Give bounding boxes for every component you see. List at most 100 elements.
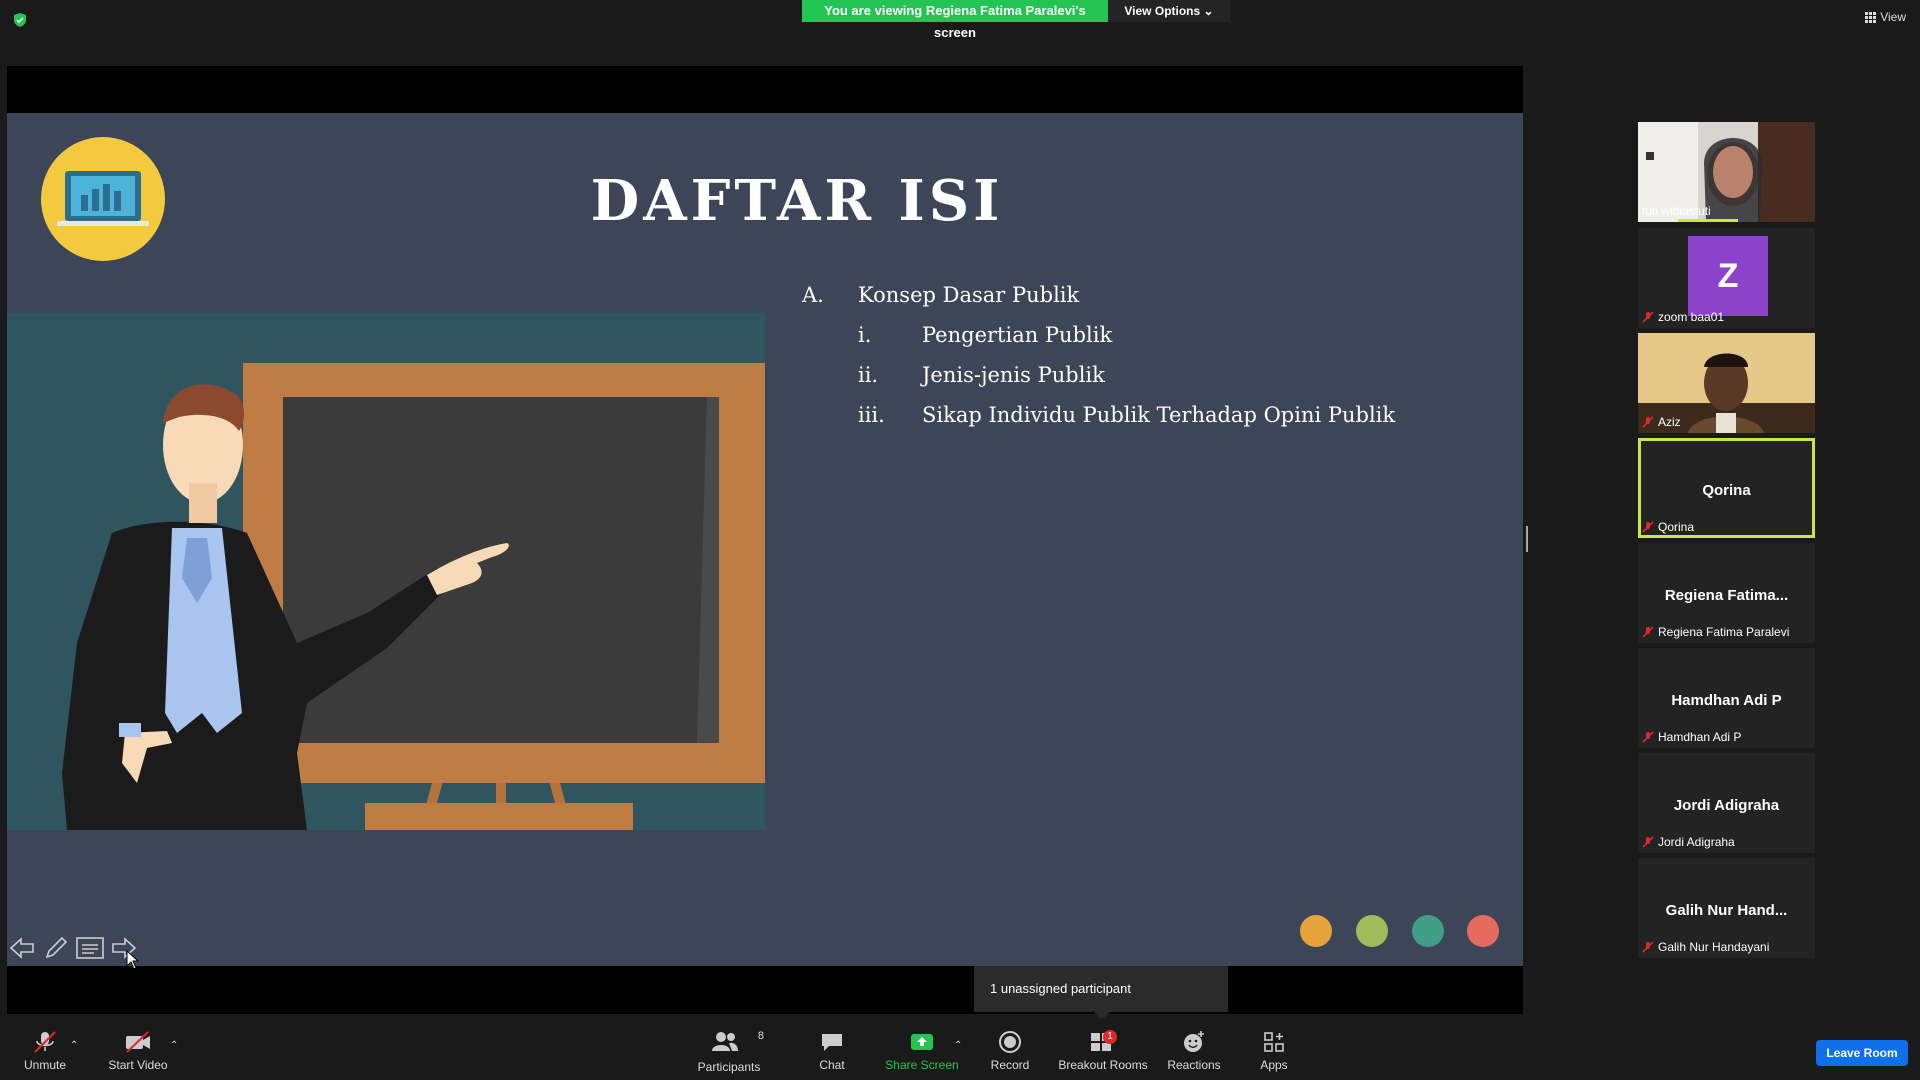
unassigned-participant-tooltip: 1 unassigned participant	[974, 966, 1228, 1012]
toc-item-marker: ii.	[858, 363, 879, 387]
slide-annotation-tools	[8, 934, 138, 962]
participant-display-name: Qorina	[1702, 482, 1751, 499]
participant-tile[interactable]: Jordi Adigraha Jordi Adigraha	[1638, 753, 1815, 853]
share-screen-icon	[911, 1034, 933, 1050]
participant-name-label: Aziz	[1642, 415, 1681, 429]
participant-name: Jordi Adigraha	[1658, 835, 1735, 849]
leave-room-button[interactable]: Leave Room	[1816, 1040, 1908, 1066]
muted-mic-icon	[1642, 941, 1654, 953]
chat-icon	[822, 1034, 842, 1051]
participant-name: zoom baa01	[1658, 310, 1725, 324]
reactions-icon	[1184, 1031, 1204, 1052]
participant-name-label: zoom baa01	[1642, 310, 1724, 324]
share-screen-label: Share Screen	[885, 1058, 959, 1072]
participant-display-name: Jordi Adigraha	[1673, 797, 1780, 814]
toc-item-marker: i.	[858, 323, 872, 347]
start-video-button[interactable]: Start Video	[106, 1030, 170, 1072]
participant-tile[interactable]: tuti widiastuti	[1638, 122, 1815, 222]
decorative-dot	[1467, 915, 1499, 947]
participants-button[interactable]: 8 Participants	[694, 1030, 764, 1074]
reactions-label: Reactions	[1167, 1058, 1221, 1072]
mouse-cursor-icon	[126, 949, 140, 975]
view-label: View	[1880, 10, 1906, 24]
toc-item-text: Pengertian Publik	[922, 323, 1113, 347]
participant-tile-active-speaker[interactable]: Qorina Qorina	[1638, 438, 1815, 538]
start-video-label: Start Video	[108, 1058, 168, 1072]
participant-name: tuti widiastuti	[1642, 204, 1711, 218]
encryption-shield-icon[interactable]	[12, 12, 28, 28]
muted-mic-icon	[1642, 836, 1654, 848]
presenter-illustration	[7, 313, 765, 830]
view-options-dropdown[interactable]: View Options ⌄	[1108, 0, 1230, 22]
toc-item-text: Sikap Individu Publik Terhadap Opini Pub…	[922, 403, 1396, 427]
participant-display-name: Regiena Fatima...	[1664, 587, 1789, 604]
participant-name: Aziz	[1658, 415, 1681, 429]
muted-mic-icon	[1642, 521, 1654, 533]
record-label: Record	[990, 1058, 1030, 1072]
toc-section-marker: A.	[802, 283, 824, 307]
avatar: Z	[1688, 236, 1768, 316]
audio-level-bar	[1678, 219, 1738, 222]
chevron-down-icon: ⌄	[1203, 4, 1214, 18]
participant-name-label: Hamdhan Adi P	[1642, 730, 1741, 744]
participant-name: Hamdhan Adi P	[1658, 730, 1742, 744]
share-screen-button[interactable]: Share Screen	[884, 1030, 960, 1072]
muted-mic-icon	[34, 1031, 56, 1053]
video-options-chevron-icon[interactable]: ⌃	[170, 1040, 178, 1051]
muted-mic-icon	[1642, 311, 1654, 323]
participants-label: Participants	[697, 1060, 761, 1074]
laptop-chart-icon	[41, 137, 165, 261]
participant-tile[interactable]: Hamdhan Adi P Hamdhan Adi P	[1638, 648, 1815, 748]
audio-options-chevron-icon[interactable]: ⌃	[70, 1040, 78, 1051]
participants-icon	[711, 1032, 738, 1051]
chat-button[interactable]: Chat	[812, 1030, 852, 1072]
muted-mic-icon	[1642, 416, 1654, 428]
decorative-dot	[1412, 915, 1444, 947]
participant-name-label: Qorina	[1642, 520, 1694, 534]
previous-slide-icon[interactable]	[8, 934, 36, 962]
unmute-button[interactable]: Unmute	[20, 1030, 70, 1072]
record-button[interactable]: Record	[990, 1030, 1030, 1072]
participant-name-label: Galih Nur Handayani	[1642, 940, 1769, 954]
participant-name: Qorina	[1658, 520, 1695, 534]
participant-name-label: tuti widiastuti	[1642, 204, 1711, 218]
pen-icon[interactable]	[42, 934, 70, 962]
participant-tile[interactable]: Regiena Fatima... Regiena Fatima Paralev…	[1638, 543, 1815, 643]
participant-display-name: Hamdhan Adi P	[1671, 692, 1782, 709]
participant-name: Regiena Fatima Paralevi	[1658, 625, 1790, 639]
toc-section-text: Konsep Dasar Publik	[858, 283, 1080, 307]
reactions-button[interactable]: Reactions	[1166, 1030, 1222, 1072]
breakout-rooms-label: Breakout Rooms	[1058, 1058, 1148, 1072]
decorative-dot	[1300, 915, 1332, 947]
share-options-chevron-icon[interactable]: ⌃	[954, 1040, 962, 1051]
apps-button[interactable]: Apps	[1256, 1030, 1292, 1072]
view-options-label: View Options	[1124, 4, 1201, 18]
participant-tile[interactable]: Galih Nur Hand... Galih Nur Handayani	[1638, 858, 1815, 958]
video-off-icon	[126, 1031, 150, 1053]
view-button[interactable]: View	[1865, 10, 1906, 24]
participant-name-label: Regiena Fatima Paralevi	[1642, 625, 1789, 639]
participant-display-name: Galih Nur Hand...	[1665, 902, 1788, 919]
participant-tile[interactable]: Z zoom baa01	[1638, 228, 1815, 328]
panel-splitter-handle[interactable]	[1526, 526, 1528, 552]
muted-mic-icon	[1642, 626, 1654, 638]
toc-item-text: Jenis-jenis Publik	[922, 363, 1105, 387]
record-icon	[999, 1031, 1021, 1053]
toc-item-marker: iii.	[858, 403, 885, 427]
unmute-label: Unmute	[23, 1058, 67, 1072]
viewing-screen-banner: You are viewing Regiena Fatima Paralevi'…	[802, 0, 1108, 40]
grid-icon	[1865, 11, 1877, 23]
participant-name-label: Jordi Adigraha	[1642, 835, 1735, 849]
menu-icon[interactable]	[76, 934, 104, 962]
apps-label: Apps	[1260, 1058, 1288, 1072]
apps-icon	[1264, 1032, 1284, 1052]
decorative-dot	[1356, 915, 1388, 947]
chat-label: Chat	[819, 1058, 845, 1072]
participants-count: 8	[757, 1030, 764, 1042]
presentation-slide: DAFTAR ISI A. Konsep Dasar Publik i. Pen…	[7, 113, 1523, 966]
breakout-badge: 1	[1103, 1030, 1117, 1044]
slide-title: DAFTAR ISI	[590, 168, 1004, 234]
breakout-rooms-button[interactable]: 1 Breakout Rooms	[1058, 1030, 1148, 1072]
muted-mic-icon	[1642, 731, 1654, 743]
participant-tile[interactable]: Aziz	[1638, 333, 1815, 433]
